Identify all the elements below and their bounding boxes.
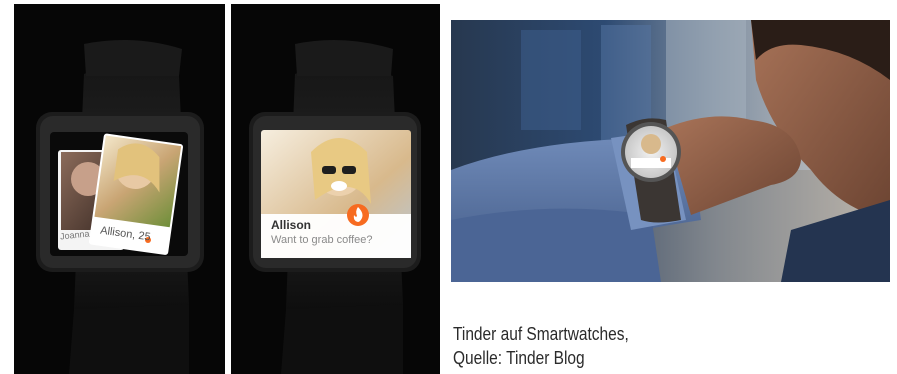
round-watch[interactable] <box>621 122 681 182</box>
man-with-smartwatch-photo <box>451 20 890 282</box>
image-caption: Tinder auf Smartwatches, Quelle: Tinder … <box>453 322 814 370</box>
watch-photo-stacked-cards: Joanna Allison, 25 <box>14 4 225 374</box>
caption-line-1: Tinder auf Smartwatches, <box>453 324 629 344</box>
flame-icon <box>347 204 369 226</box>
profile-name: Allison <box>271 218 312 232</box>
flame-icon <box>660 156 666 162</box>
watch-photo-message-card: Allison Want to grab coffee? <box>231 4 440 374</box>
profile-message: Want to grab coffee? <box>271 234 373 246</box>
caption-line-2: Quelle: Tinder Blog <box>453 348 585 368</box>
